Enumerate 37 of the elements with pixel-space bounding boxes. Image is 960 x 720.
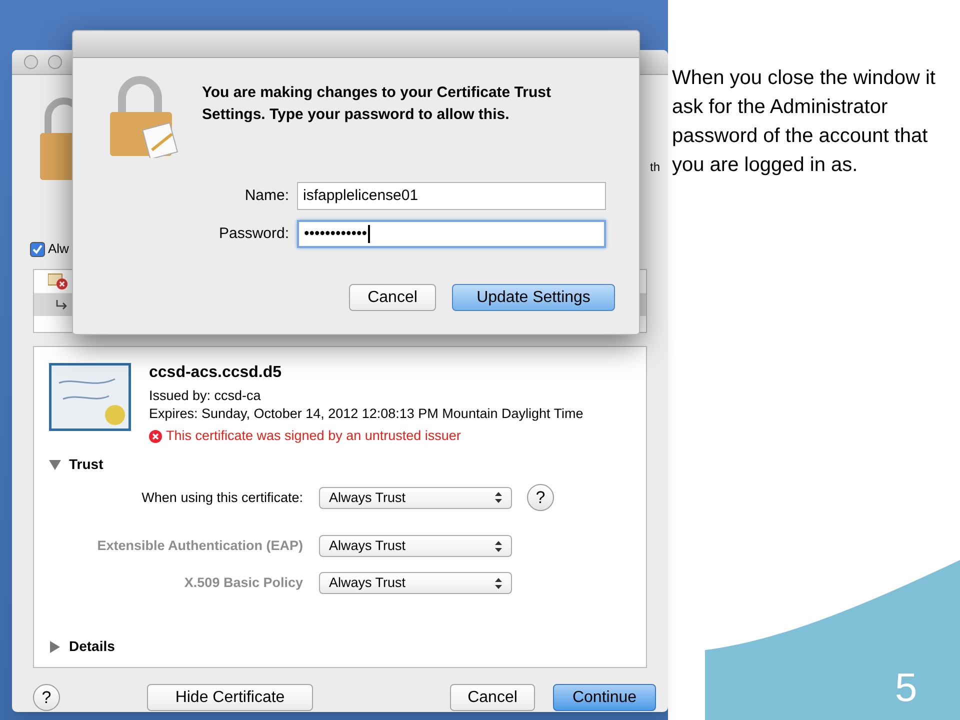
checkbox[interactable]: [30, 242, 45, 256]
dialog-button[interactable]: Continue: [553, 684, 656, 711]
disclosure-triangle[interactable]: [49, 458, 61, 471]
stepper-arrows-icon: [495, 492, 502, 504]
checkbox-label: Alw: [48, 240, 69, 258]
stepper-arrows-icon: [495, 578, 502, 589]
field-label: Password:: [218, 224, 289, 244]
stepper-arrows-icon: [495, 540, 502, 552]
help-button[interactable]: ?: [33, 684, 60, 711]
certificate-error-icon: [48, 273, 68, 290]
section-label: Trust: [69, 455, 104, 474]
dialog-button[interactable]: Cancel: [450, 684, 535, 711]
child-arrow-icon: [56, 300, 68, 310]
row-label: When using this certificate:: [140, 488, 303, 507]
input-field[interactable]: ••••••••••••: [297, 220, 606, 248]
minimize-button[interactable]: [48, 55, 62, 69]
row-label: Extensible Authentication (EAP): [96, 537, 303, 556]
dialog-button[interactable]: Update Settings: [452, 284, 615, 311]
slide-text: When you close the window it ask for the Administrator password of the account that you are logged in as.: [672, 66, 936, 178]
section-label: Details: [69, 637, 115, 656]
expiry-text: Expires: Sunday, October 14, 2012 12:08:13 PM Mountain Daylight Time: [149, 405, 584, 423]
warning-text: This certificate was signed by an untrusted issuer: [166, 427, 461, 445]
label-fragment: th: [650, 159, 660, 176]
disclosure-triangle[interactable]: [49, 640, 61, 652]
input-field[interactable]: isfapplelicense01: [297, 182, 606, 210]
dialog-button[interactable]: Cancel: [349, 284, 436, 311]
dialog-message: You are making changes to your Certificate Trust Settings. Type your password to allow this.: [202, 83, 552, 125]
certificate-name: ccsd-acs.ccsd.d5: [149, 363, 283, 383]
error-icon: [149, 430, 162, 443]
row-label: X.509 Basic Policy: [183, 574, 303, 592]
field-label: Name:: [244, 186, 289, 206]
trust-popup[interactable]: Always Trust: [319, 486, 512, 509]
certificate-icon: [49, 363, 131, 431]
help-button[interactable]: ?: [527, 484, 554, 512]
issuer-text: Issued by: ccsd-ca: [149, 387, 262, 405]
page-number: 5: [895, 665, 918, 712]
dialog-button[interactable]: Hide Certificate: [147, 684, 313, 711]
